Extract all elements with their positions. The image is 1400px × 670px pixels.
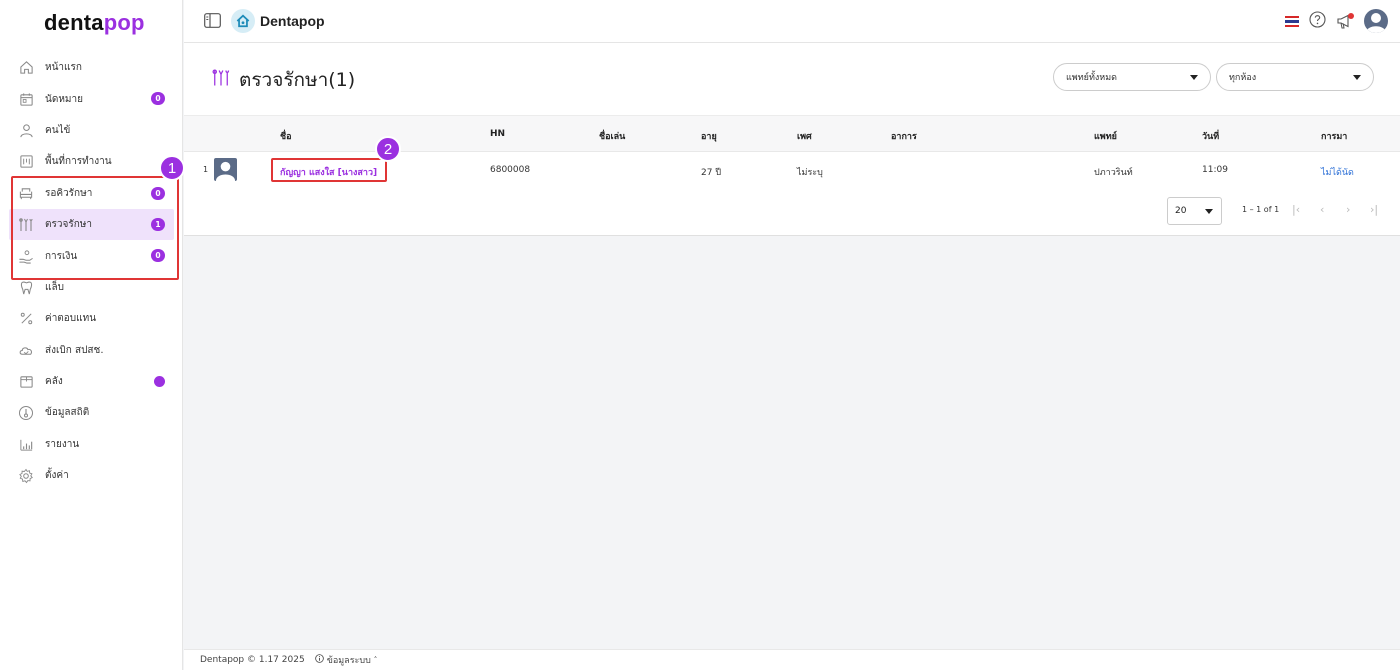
next-page-icon[interactable]: ›: [1346, 203, 1350, 216]
sidebar-item-label: นัดหมาย: [45, 93, 83, 105]
box-icon: [18, 374, 34, 390]
user-avatar[interactable]: [1364, 9, 1388, 33]
sidebar-item-label: คนไข้: [45, 124, 71, 136]
top-actions: [1285, 9, 1388, 33]
caret-down-icon: [1353, 75, 1361, 80]
language-flag-icon[interactable]: [1285, 15, 1299, 27]
sidebar-item-label: พื้นที่การทำงาน: [45, 156, 112, 168]
visit-time: 11:09: [1202, 165, 1228, 175]
dental-tools-icon: [211, 68, 231, 92]
notification-dot: [1348, 12, 1354, 19]
clinic-home-icon: [231, 9, 255, 33]
visit-type-link[interactable]: ไม่ได้นัด: [1321, 165, 1354, 179]
logo-accent-text: pop: [103, 10, 145, 35]
sidebar-item-home[interactable]: หน้าแรก: [0, 52, 183, 83]
column-header-age[interactable]: อายุ: [701, 129, 717, 143]
column-header-date[interactable]: วันที่: [1202, 129, 1219, 143]
percent-icon: [18, 311, 34, 327]
sidebar-item-inventory[interactable]: คลัง: [0, 366, 183, 397]
workspace-icon: [18, 154, 34, 170]
doctor-filter-value: แพทย์ทั้งหมด: [1066, 73, 1117, 83]
page-title: ตรวจรักษา(1): [211, 65, 355, 95]
sidebar-item-statistics[interactable]: ข้อมูลสถิติ: [0, 397, 183, 428]
pagination-range: 1 – 1 of 1: [1242, 205, 1280, 214]
sidebar-item-settings[interactable]: ตั้งค่า: [0, 460, 183, 491]
home-icon: [18, 60, 34, 76]
step-number-badge: 1: [159, 155, 185, 181]
sidebar-item-reports[interactable]: รายงาน: [0, 429, 183, 460]
prev-page-icon[interactable]: ‹: [1320, 203, 1324, 216]
sidebar-item-compensation[interactable]: ค่าตอบแทน: [0, 303, 183, 334]
sidebar-item-label: รายงาน: [45, 438, 80, 450]
caret-down-icon: [1205, 209, 1213, 214]
room-filter-value: ทุกห้อง: [1229, 73, 1257, 83]
treatment-panel: ตรวจรักษา(1) แพทย์ทั้งหมด ทุกห้อง ชื่อ H…: [184, 43, 1400, 236]
row-index: 1: [203, 165, 209, 174]
sidebar-item-label: ส่งเบิก สปสช.: [45, 344, 104, 356]
highlight-box-patient: [271, 158, 387, 182]
doctor-filter-select[interactable]: แพทย์ทั้งหมด: [1053, 63, 1211, 91]
footer-copyright: Dentapop © 1.17 2025: [200, 655, 305, 665]
sidebar-item-label: ค่าตอบแทน: [45, 313, 97, 325]
count-badge: 0: [151, 92, 165, 106]
column-header-name[interactable]: ชื่อ: [280, 129, 292, 143]
first-page-icon[interactable]: |‹: [1292, 203, 1300, 216]
column-header-symptom[interactable]: อาการ: [891, 129, 917, 143]
sidebar-item-workspace[interactable]: พื้นที่การทำงาน: [0, 146, 183, 177]
notification-dot: [154, 375, 165, 387]
calendar-icon: [18, 91, 34, 107]
sidebar-item-label: ตั้งค่า: [45, 470, 69, 482]
sidebar-item-label: คลัง: [45, 376, 63, 388]
column-header-nickname[interactable]: ชื่อเล่น: [599, 129, 625, 143]
sidebar: dentapop หน้าแรก นัดหมาย 0 คนไข้ พื้นที่…: [0, 0, 183, 670]
page-size-select[interactable]: 20: [1167, 197, 1222, 225]
chevron-up-icon: ˄: [373, 656, 378, 664]
system-info-link[interactable]: ข้อมูลระบบ ˄: [314, 653, 378, 667]
tooth-icon: [18, 279, 34, 295]
column-header-sex[interactable]: เพศ: [797, 129, 812, 143]
gear-icon: [18, 468, 34, 484]
column-header-hn[interactable]: HN: [490, 129, 505, 139]
logo-text: denta: [44, 10, 104, 35]
last-page-icon[interactable]: ›|: [1370, 203, 1378, 216]
sidebar-item-label: ข้อมูลสถิติ: [45, 407, 90, 419]
clinic-name[interactable]: Dentapop: [260, 13, 325, 29]
announcement-icon[interactable]: [1336, 12, 1354, 30]
room-filter-select[interactable]: ทุกห้อง: [1216, 63, 1374, 91]
page-size-value: 20: [1175, 206, 1187, 216]
caret-down-icon: [1190, 75, 1198, 80]
bar-chart-icon: [18, 436, 34, 452]
user-icon: [18, 122, 34, 138]
page-title-text: ตรวจรักษา(1): [239, 69, 356, 91]
footer: Dentapop © 1.17 2025 ข้อมูลระบบ ˄: [184, 649, 1400, 670]
info-icon: [314, 654, 324, 666]
column-header-doctor[interactable]: แพทย์: [1094, 129, 1117, 143]
step-number-badge: 2: [375, 136, 401, 162]
sidebar-item-nhso-claim[interactable]: ส่งเบิก สปสช.: [0, 335, 183, 366]
patient-doctor: ปภาวรินท์: [1094, 168, 1133, 178]
highlight-box-sidebar: [11, 176, 179, 280]
table-header: ชื่อ HN ชื่อเล่น อายุ เพศ อาการ แพทย์ วั…: [184, 115, 1400, 152]
patient-avatar: [214, 158, 237, 181]
patient-age: 27 ปี: [701, 168, 722, 178]
sidebar-item-patients[interactable]: คนไข้: [0, 115, 183, 146]
patient-sex: ไม่ระบุ: [797, 168, 823, 178]
system-info-label: ข้อมูลระบบ: [326, 656, 371, 666]
app-logo[interactable]: dentapop: [44, 10, 145, 36]
patient-hn: 6800008: [490, 165, 531, 175]
sidebar-item-appointments[interactable]: นัดหมาย 0: [0, 83, 183, 114]
top-bar: Dentapop: [184, 0, 1400, 43]
sidebar-item-label: หน้าแรก: [45, 62, 82, 74]
column-header-visit[interactable]: การมา: [1321, 129, 1347, 143]
help-icon[interactable]: [1309, 10, 1326, 32]
cloud-icon: [18, 342, 34, 358]
sidebar-item-label: แล็บ: [45, 281, 64, 293]
sidebar-toggle-icon[interactable]: [204, 13, 221, 32]
thermometer-icon: [18, 405, 34, 421]
